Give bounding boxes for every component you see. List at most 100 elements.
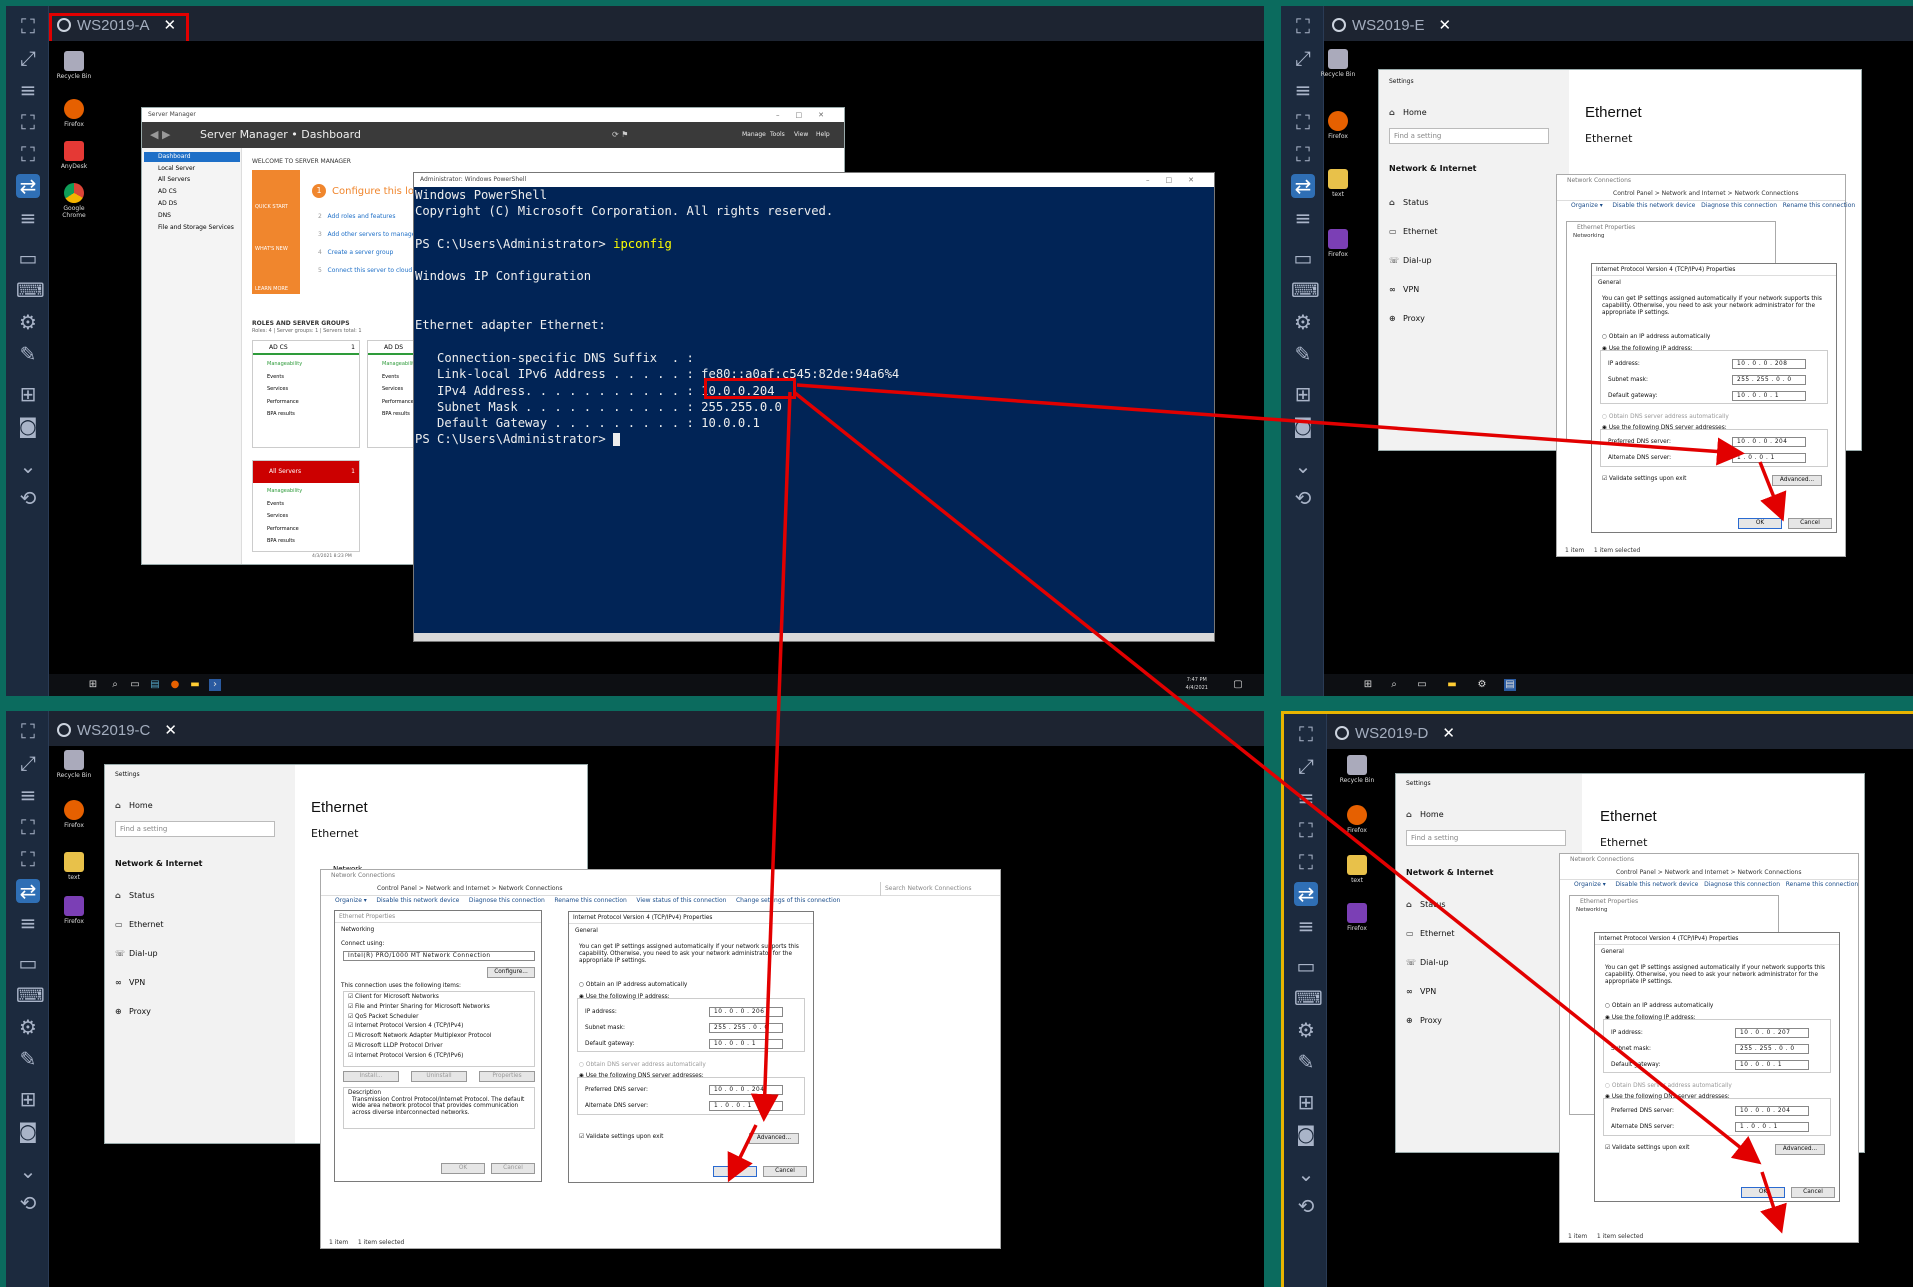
install-button[interactable]: Install... [343,1071,399,1082]
sync-icon[interactable]: ⇄ [1291,174,1315,198]
settings-home[interactable]: ⌂ Home [1389,108,1427,117]
gear-icon[interactable]: ⚙ [1294,1018,1318,1042]
menu-tools[interactable]: Tools [770,131,785,138]
nav-dialup[interactable]: ☏ Dial-up [1406,958,1449,967]
powershell-console[interactable]: Windows PowerShell Copyright (C) Microsof… [414,187,1214,633]
nav-proxy[interactable]: ⊕ Proxy [115,1007,151,1016]
keyboard-icon[interactable]: ⌨ [16,278,45,302]
mask-field[interactable]: 255 . 255 . 0 . 0 [709,1023,783,1033]
ep-items-list[interactable]: ☑ Client for Microsoft Networks ☑ File a… [343,991,535,1067]
recycle-bin[interactable]: Recycle Bin [1318,49,1358,78]
firefox-shortcut[interactable]: Firefox [54,99,94,128]
nav-dialup[interactable]: ☏ Dial-up [115,949,158,958]
ok-button[interactable]: OK [713,1166,757,1177]
menu-help[interactable]: Help [816,131,830,138]
notification-icon[interactable]: ▢ [1232,679,1244,691]
menu-icon[interactable]: ≡ [1291,206,1315,230]
disconnect-icon[interactable]: ⟲ [16,486,40,510]
tile-learn-more[interactable]: LEARN MORE [255,286,288,292]
validate-checkbox[interactable]: ☑ Validate settings upon exit [579,1134,663,1140]
fullscreen-icon[interactable]: ⤢ [1294,754,1318,778]
wrench-icon[interactable]: ✎ [1291,342,1315,366]
scale-icon[interactable]: ⛶ [1294,850,1318,874]
close-icon[interactable]: ✕ [164,721,177,739]
camera-icon[interactable]: ◙ [1291,414,1315,438]
lines-icon[interactable]: ≡ [16,78,40,102]
mask-field[interactable]: 255 . 255 . 0 . 0 [1732,375,1806,385]
wrench-icon[interactable]: ✎ [16,1047,40,1071]
keyboard-icon[interactable]: ⌨ [1294,986,1323,1010]
ep-tab[interactable]: Networking [1570,907,1778,913]
gw-field[interactable]: 10 . 0 . 0 . 1 [1732,391,1806,401]
session-d-tab[interactable]: WS2019-D ✕ [1335,722,1455,744]
refresh-icon[interactable]: ⟳ ⚑ [612,130,628,139]
alt-dns-field[interactable]: 1 . 0 . 0 . 1 [1732,453,1806,463]
pref-dns-field[interactable]: 10 . 0 . 0 . 204 [1735,1106,1809,1116]
ep-cancel-button[interactable]: Cancel [491,1163,535,1174]
nav-file-storage[interactable]: File and Storage Services [158,224,234,231]
menu-manage[interactable]: Manage [742,131,766,138]
pref-dns-field[interactable]: 10 . 0 . 0 . 204 [709,1085,783,1095]
scale-icon[interactable]: ⛶ [16,847,40,871]
advanced-button[interactable]: Advanced... [749,1133,799,1144]
select-icon[interactable]: ⛶ [1294,722,1318,746]
session-e-tab[interactable]: WS2019-E ✕ [1332,14,1451,36]
validate-checkbox[interactable]: ☑ Validate settings upon exit [1605,1145,1689,1151]
ep-tab[interactable]: Networking [341,927,374,933]
nav-dialup[interactable]: ☏ Dial-up [1389,256,1432,265]
pref-dns-field[interactable]: 10 . 0 . 0 . 204 [1732,437,1806,447]
nav-status[interactable]: ⌂ Status [1406,900,1446,909]
start-icon[interactable]: ⊞ [1362,679,1374,691]
disconnect-icon[interactable]: ⟲ [1291,486,1315,510]
settings-taskbar-icon[interactable]: ⚙ [1476,679,1488,691]
window-icon[interactable]: ▭ [16,246,40,270]
scale-icon[interactable]: ⛶ [1291,142,1315,166]
add-icon[interactable]: ⊞ [16,1087,40,1111]
firefox-shortcut-2[interactable]: Firefox [54,896,94,925]
card-ad-cs[interactable]: AD CS 1 Manageability Events Services Perfo… [252,340,360,448]
lines-icon[interactable]: ≡ [1291,78,1315,102]
menu-view[interactable]: View [794,131,808,138]
nc-search[interactable]: Search Network Connections [880,882,990,896]
nav-ethernet[interactable]: ▭ Ethernet [1389,227,1437,236]
window-icon[interactable]: ▭ [16,951,40,975]
fit-icon[interactable]: ⛶ [1291,110,1315,134]
add-icon[interactable]: ⊞ [1291,382,1315,406]
select-icon[interactable]: ⛶ [1291,14,1315,38]
menu-icon[interactable]: ≡ [16,911,40,935]
explorer-taskbar-icon[interactable]: ▬ [189,679,201,691]
nav-dashboard[interactable]: Dashboard [144,152,240,162]
configure-button[interactable]: Configure... [487,967,535,978]
fit-icon[interactable]: ⛶ [16,110,40,134]
nav-proxy[interactable]: ⊕ Proxy [1406,1016,1442,1025]
cancel-button[interactable]: Cancel [1788,518,1832,529]
anydesk-shortcut[interactable]: AnyDesk [54,141,94,170]
obtain-ip-radio[interactable]: ○ Obtain an IP address automatically [579,982,687,988]
disconnect-icon[interactable]: ⟲ [1294,1194,1318,1218]
obtain-dns-radio[interactable]: ○ Obtain DNS server address automaticall… [1605,1083,1732,1089]
nav-proxy[interactable]: ⊕ Proxy [1389,314,1425,323]
nc-address-bar[interactable]: Control Panel > Network and Internet > N… [1560,866,1858,880]
advanced-button[interactable]: Advanced... [1775,1144,1825,1155]
add-icon[interactable]: ⊞ [1294,1090,1318,1114]
lines-icon[interactable]: ≡ [1294,786,1318,810]
cancel-button[interactable]: Cancel [1791,1187,1835,1198]
text-shortcut[interactable]: text [54,852,94,881]
tile-whats-new[interactable]: WHAT'S NEW [255,246,288,252]
card-all-servers[interactable]: All Servers 1 Manageability Events Service… [252,460,360,552]
firefox-shortcut[interactable]: Firefox [1337,805,1377,834]
nav-ethernet[interactable]: ▭ Ethernet [1406,929,1454,938]
nav-all-servers[interactable]: All Servers [158,176,190,183]
sync-icon[interactable]: ⇄ [1294,882,1318,906]
scale-icon[interactable]: ⛶ [16,142,40,166]
window-icon[interactable]: ▭ [1291,246,1315,270]
chevron-down-icon[interactable]: ⌄ [16,1159,40,1183]
ok-button[interactable]: OK [1741,1187,1785,1198]
nc-address-bar[interactable]: Control Panel > Network and Internet > N… [321,882,1000,896]
settings-search[interactable]: Find a setting [1406,830,1566,846]
fit-icon[interactable]: ⛶ [1294,818,1318,842]
wrench-icon[interactable]: ✎ [16,342,40,366]
chevron-down-icon[interactable]: ⌄ [1294,1162,1318,1186]
uninstall-button[interactable]: Uninstall [411,1071,467,1082]
recycle-bin[interactable]: Recycle Bin [54,750,94,779]
